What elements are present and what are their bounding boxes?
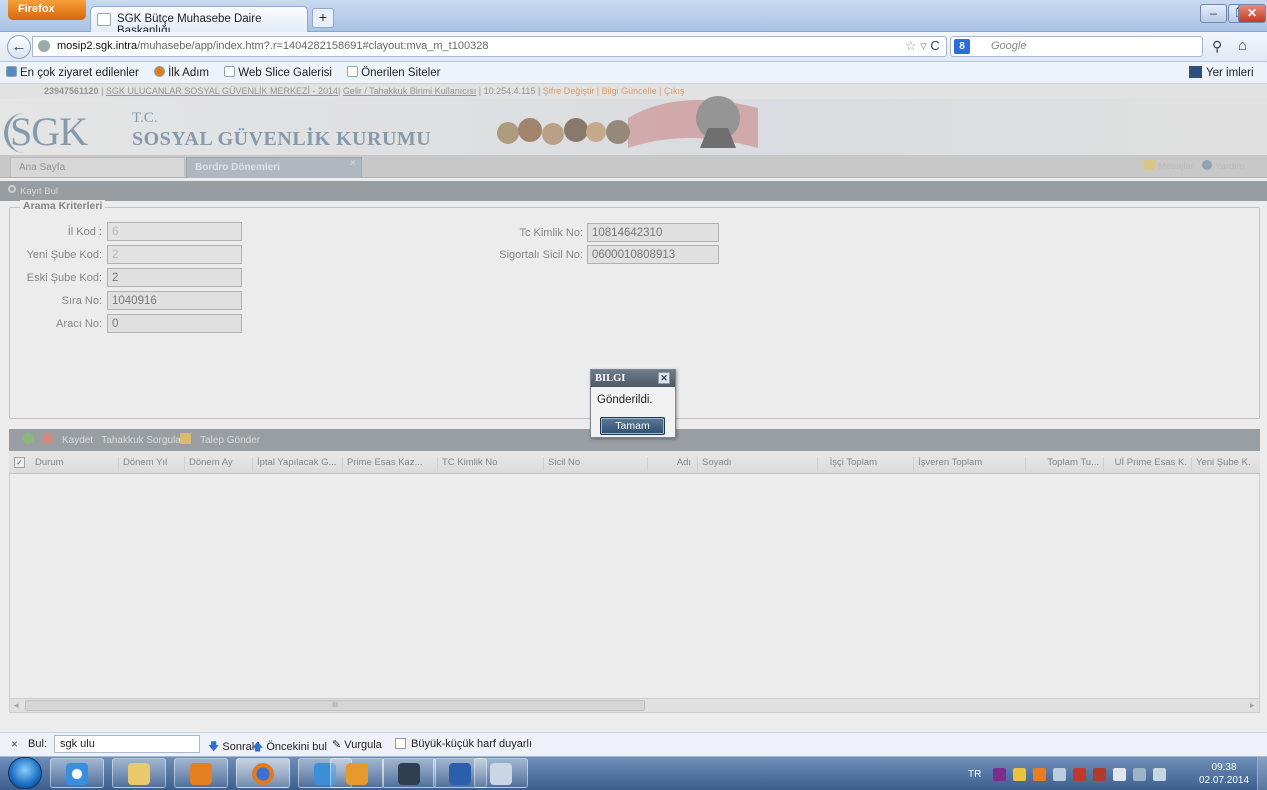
show-desktop-button[interactable] bbox=[1257, 757, 1267, 790]
minimize-button[interactable]: – bbox=[1200, 4, 1227, 23]
flag-tray-icon[interactable] bbox=[1113, 768, 1126, 781]
start-button[interactable] bbox=[8, 757, 42, 789]
new-tab-button[interactable]: + bbox=[312, 8, 334, 28]
bookmarks-icon bbox=[1189, 66, 1202, 78]
folder-icon bbox=[128, 763, 150, 785]
match-case-label: Büyük-küçük harf duyarlı bbox=[411, 738, 533, 750]
bookmark-web-slice[interactable]: Web Slice Galerisi bbox=[224, 66, 332, 79]
app-icon bbox=[398, 763, 420, 785]
antivirus-tray-icon[interactable] bbox=[1073, 768, 1086, 781]
clock[interactable]: 09:38 02.07.2014 bbox=[1199, 761, 1249, 787]
arrow-up-icon: 🡅 bbox=[252, 741, 264, 753]
taskbar-explorer[interactable] bbox=[112, 758, 166, 788]
media-player-icon bbox=[190, 763, 212, 785]
url-host: mosip2.sgk.intra bbox=[57, 40, 138, 52]
taskbar-firefox[interactable] bbox=[236, 758, 290, 788]
arrow-down-icon: 🡇 bbox=[208, 741, 220, 753]
network-tray-icon[interactable] bbox=[1133, 768, 1146, 781]
firefox-icon bbox=[252, 763, 274, 785]
search-input[interactable]: Google bbox=[950, 36, 1203, 57]
taskbar-ie[interactable] bbox=[50, 758, 104, 788]
onenote-tray-icon[interactable] bbox=[993, 768, 1006, 781]
close-window-button[interactable]: ✕ bbox=[1238, 4, 1266, 23]
outlook-icon bbox=[346, 763, 368, 785]
find-input[interactable]: sgk ulu bbox=[54, 735, 200, 753]
outlook-tray-icon[interactable] bbox=[1033, 768, 1046, 781]
page-icon bbox=[347, 66, 359, 77]
bookmark-most-visited[interactable]: En çok ziyaret edilenler bbox=[6, 66, 139, 79]
mail-tray-icon[interactable] bbox=[1013, 768, 1026, 781]
browser-tab-active[interactable]: SGK Bütçe Muhasebe Daire Başkanlığı bbox=[90, 6, 308, 37]
clock-time: 09:38 bbox=[1211, 762, 1237, 773]
firefox-menu-button[interactable]: Firefox bbox=[8, 0, 86, 20]
language-indicator[interactable]: TR bbox=[968, 769, 981, 780]
find-close-icon[interactable]: × bbox=[11, 737, 18, 751]
bookmark-suggested-sites[interactable]: Önerilen Siteler bbox=[347, 66, 440, 79]
security-tray-icon[interactable] bbox=[1093, 768, 1106, 781]
back-arrow-icon[interactable]: ← bbox=[7, 35, 31, 59]
find-label: Bul: bbox=[28, 738, 47, 750]
bookmark-first-steps[interactable]: İlk Adım bbox=[154, 66, 209, 79]
volume-tray-icon[interactable] bbox=[1153, 768, 1166, 781]
url-bar[interactable]: mosip2.sgk.intra/muhasebe/app/index.htm?… bbox=[32, 36, 947, 57]
taskbar-outlook[interactable] bbox=[330, 758, 384, 788]
match-case-checkbox[interactable] bbox=[395, 738, 406, 749]
bookmarks-toolbar: En çok ziyaret edilenler İlk Adım Web Sl… bbox=[0, 62, 1267, 84]
bookmark-star-icon[interactable]: ☆ ▿ C bbox=[905, 38, 940, 54]
bookmark-folder-icon bbox=[6, 66, 17, 77]
bookmarks-menu-button[interactable]: Yer imleri bbox=[1189, 66, 1254, 79]
url-path: /muhasebe/app/index.htm?.r=1404282158691… bbox=[137, 40, 489, 52]
page-icon bbox=[97, 13, 111, 26]
clock-date: 02.07.2014 bbox=[1199, 775, 1250, 786]
speaker-tray-icon[interactable] bbox=[1053, 768, 1066, 781]
close-icon[interactable]: ✕ bbox=[658, 372, 670, 384]
taskbar-calculator[interactable] bbox=[474, 758, 528, 788]
info-dialog-message: Gönderildi. bbox=[597, 394, 653, 406]
taskbar-media[interactable] bbox=[174, 758, 228, 788]
find-previous-button[interactable]: 🡅 Öncekini bul bbox=[252, 738, 327, 757]
taskbar-calculator-app[interactable] bbox=[382, 758, 436, 788]
highlight-button[interactable]: ✎ Vurgula bbox=[332, 738, 382, 751]
home-icon[interactable]: ⌂ bbox=[1238, 37, 1247, 54]
word-icon bbox=[449, 763, 471, 785]
search-engine-icon[interactable]: 8 bbox=[954, 39, 970, 54]
highlighter-icon: ✎ bbox=[332, 739, 342, 751]
reload-icon[interactable]: C bbox=[930, 38, 939, 53]
calculator-icon bbox=[490, 763, 512, 785]
page-icon bbox=[224, 66, 236, 77]
firefox-icon bbox=[154, 66, 166, 77]
internet-explorer-icon bbox=[66, 763, 88, 785]
site-identity-icon[interactable] bbox=[38, 40, 50, 52]
ok-button[interactable]: Tamam bbox=[600, 417, 665, 435]
search-icon[interactable]: ⚲ bbox=[1212, 38, 1222, 55]
